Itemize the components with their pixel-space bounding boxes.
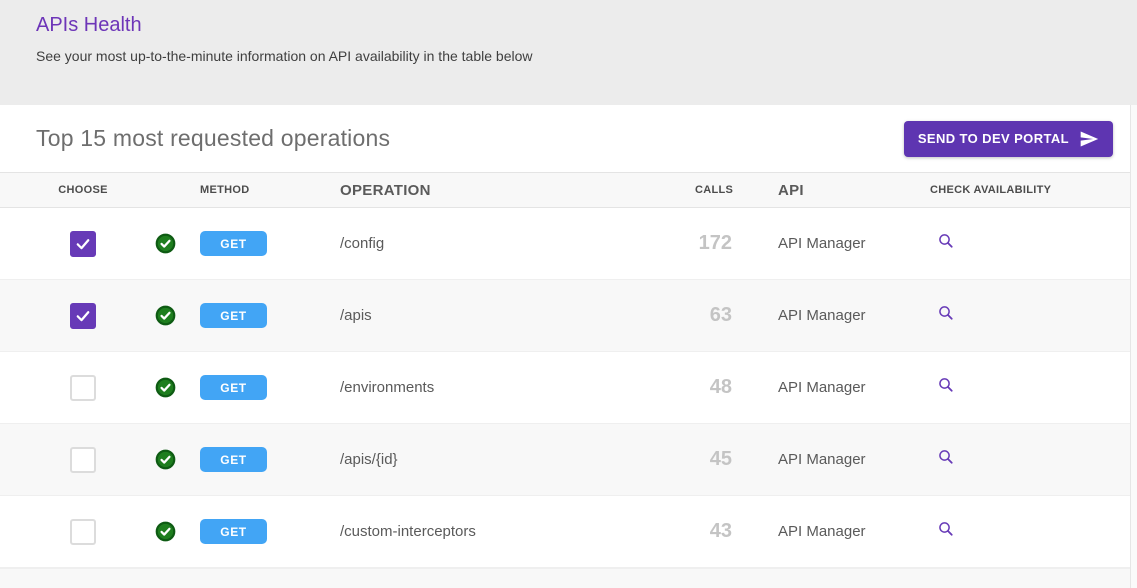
status-ok-icon — [155, 521, 176, 542]
column-header-choose: CHOOSE — [36, 184, 130, 196]
api-cell: API Manager — [740, 379, 925, 396]
check-availability-search-icon[interactable] — [937, 376, 956, 395]
column-header-check-availability: CHECK AVAILABILITY — [925, 184, 1130, 196]
table-row: GET /apis/{id} 45 API Manager — [0, 424, 1137, 496]
api-cell: API Manager — [740, 523, 925, 540]
section-bar: Top 15 most requested operations SEND TO… — [0, 105, 1137, 172]
method-badge[interactable]: GET — [200, 231, 267, 256]
operation-cell: /environments — [340, 379, 695, 396]
operation-cell: /apis — [340, 307, 695, 324]
checkbox-check-icon — [74, 235, 92, 253]
row-checkbox[interactable] — [70, 303, 96, 329]
send-to-dev-portal-button[interactable]: SEND TO DEV PORTAL — [904, 121, 1113, 157]
check-availability-search-icon[interactable] — [937, 232, 956, 251]
table-row: GET /custom-interceptors 43 API Manager — [0, 496, 1137, 568]
status-ok-icon — [155, 449, 176, 470]
column-header-api: API — [740, 182, 925, 199]
table-row: GET /config 172 API Manager — [0, 208, 1137, 280]
page-header: APIs Health See your most up-to-the-minu… — [0, 0, 1137, 105]
api-cell: API Manager — [740, 307, 925, 324]
calls-cell: 48 — [710, 376, 732, 398]
calls-cell: 43 — [710, 520, 732, 542]
apis-health-page: APIs Health See your most up-to-the-minu… — [0, 0, 1137, 588]
check-availability-search-icon[interactable] — [937, 520, 956, 539]
status-ok-icon — [155, 377, 176, 398]
partial-next-row — [0, 568, 1137, 588]
column-header-method: METHOD — [200, 184, 340, 196]
operation-cell: /config — [340, 235, 695, 252]
api-cell: API Manager — [740, 451, 925, 468]
table-header-row: CHOOSE METHOD OPERATION CALLS API CHECK … — [0, 172, 1137, 208]
api-cell: API Manager — [740, 235, 925, 252]
operation-cell: /apis/{id} — [340, 451, 695, 468]
method-badge[interactable]: GET — [200, 375, 267, 400]
row-checkbox[interactable] — [70, 375, 96, 401]
page-title: APIs Health — [36, 14, 1101, 37]
table-row: GET /apis 63 API Manager — [0, 280, 1137, 352]
vertical-scrollbar[interactable] — [1130, 105, 1137, 588]
column-header-operation: OPERATION — [340, 182, 695, 199]
check-availability-search-icon[interactable] — [937, 304, 956, 323]
column-header-calls: CALLS — [695, 184, 740, 196]
row-checkbox[interactable] — [70, 519, 96, 545]
section-title: Top 15 most requested operations — [36, 125, 390, 152]
method-badge[interactable]: GET — [200, 447, 267, 472]
status-ok-icon — [155, 233, 176, 254]
page-subtitle: See your most up-to-the-minute informati… — [36, 48, 1101, 64]
table-row: GET /environments 48 API Manager — [0, 352, 1137, 424]
row-checkbox[interactable] — [70, 231, 96, 257]
method-badge[interactable]: GET — [200, 303, 267, 328]
calls-cell: 45 — [710, 448, 732, 470]
calls-cell: 63 — [710, 304, 732, 326]
check-availability-search-icon[interactable] — [937, 448, 956, 467]
method-badge[interactable]: GET — [200, 519, 267, 544]
row-checkbox[interactable] — [70, 447, 96, 473]
send-button-label: SEND TO DEV PORTAL — [918, 131, 1069, 146]
operation-cell: /custom-interceptors — [340, 523, 695, 540]
table-body: GET /config 172 API Manager — [0, 208, 1137, 568]
status-ok-icon — [155, 305, 176, 326]
calls-cell: 172 — [699, 232, 732, 254]
send-arrow-icon — [1079, 129, 1099, 149]
checkbox-check-icon — [74, 307, 92, 325]
